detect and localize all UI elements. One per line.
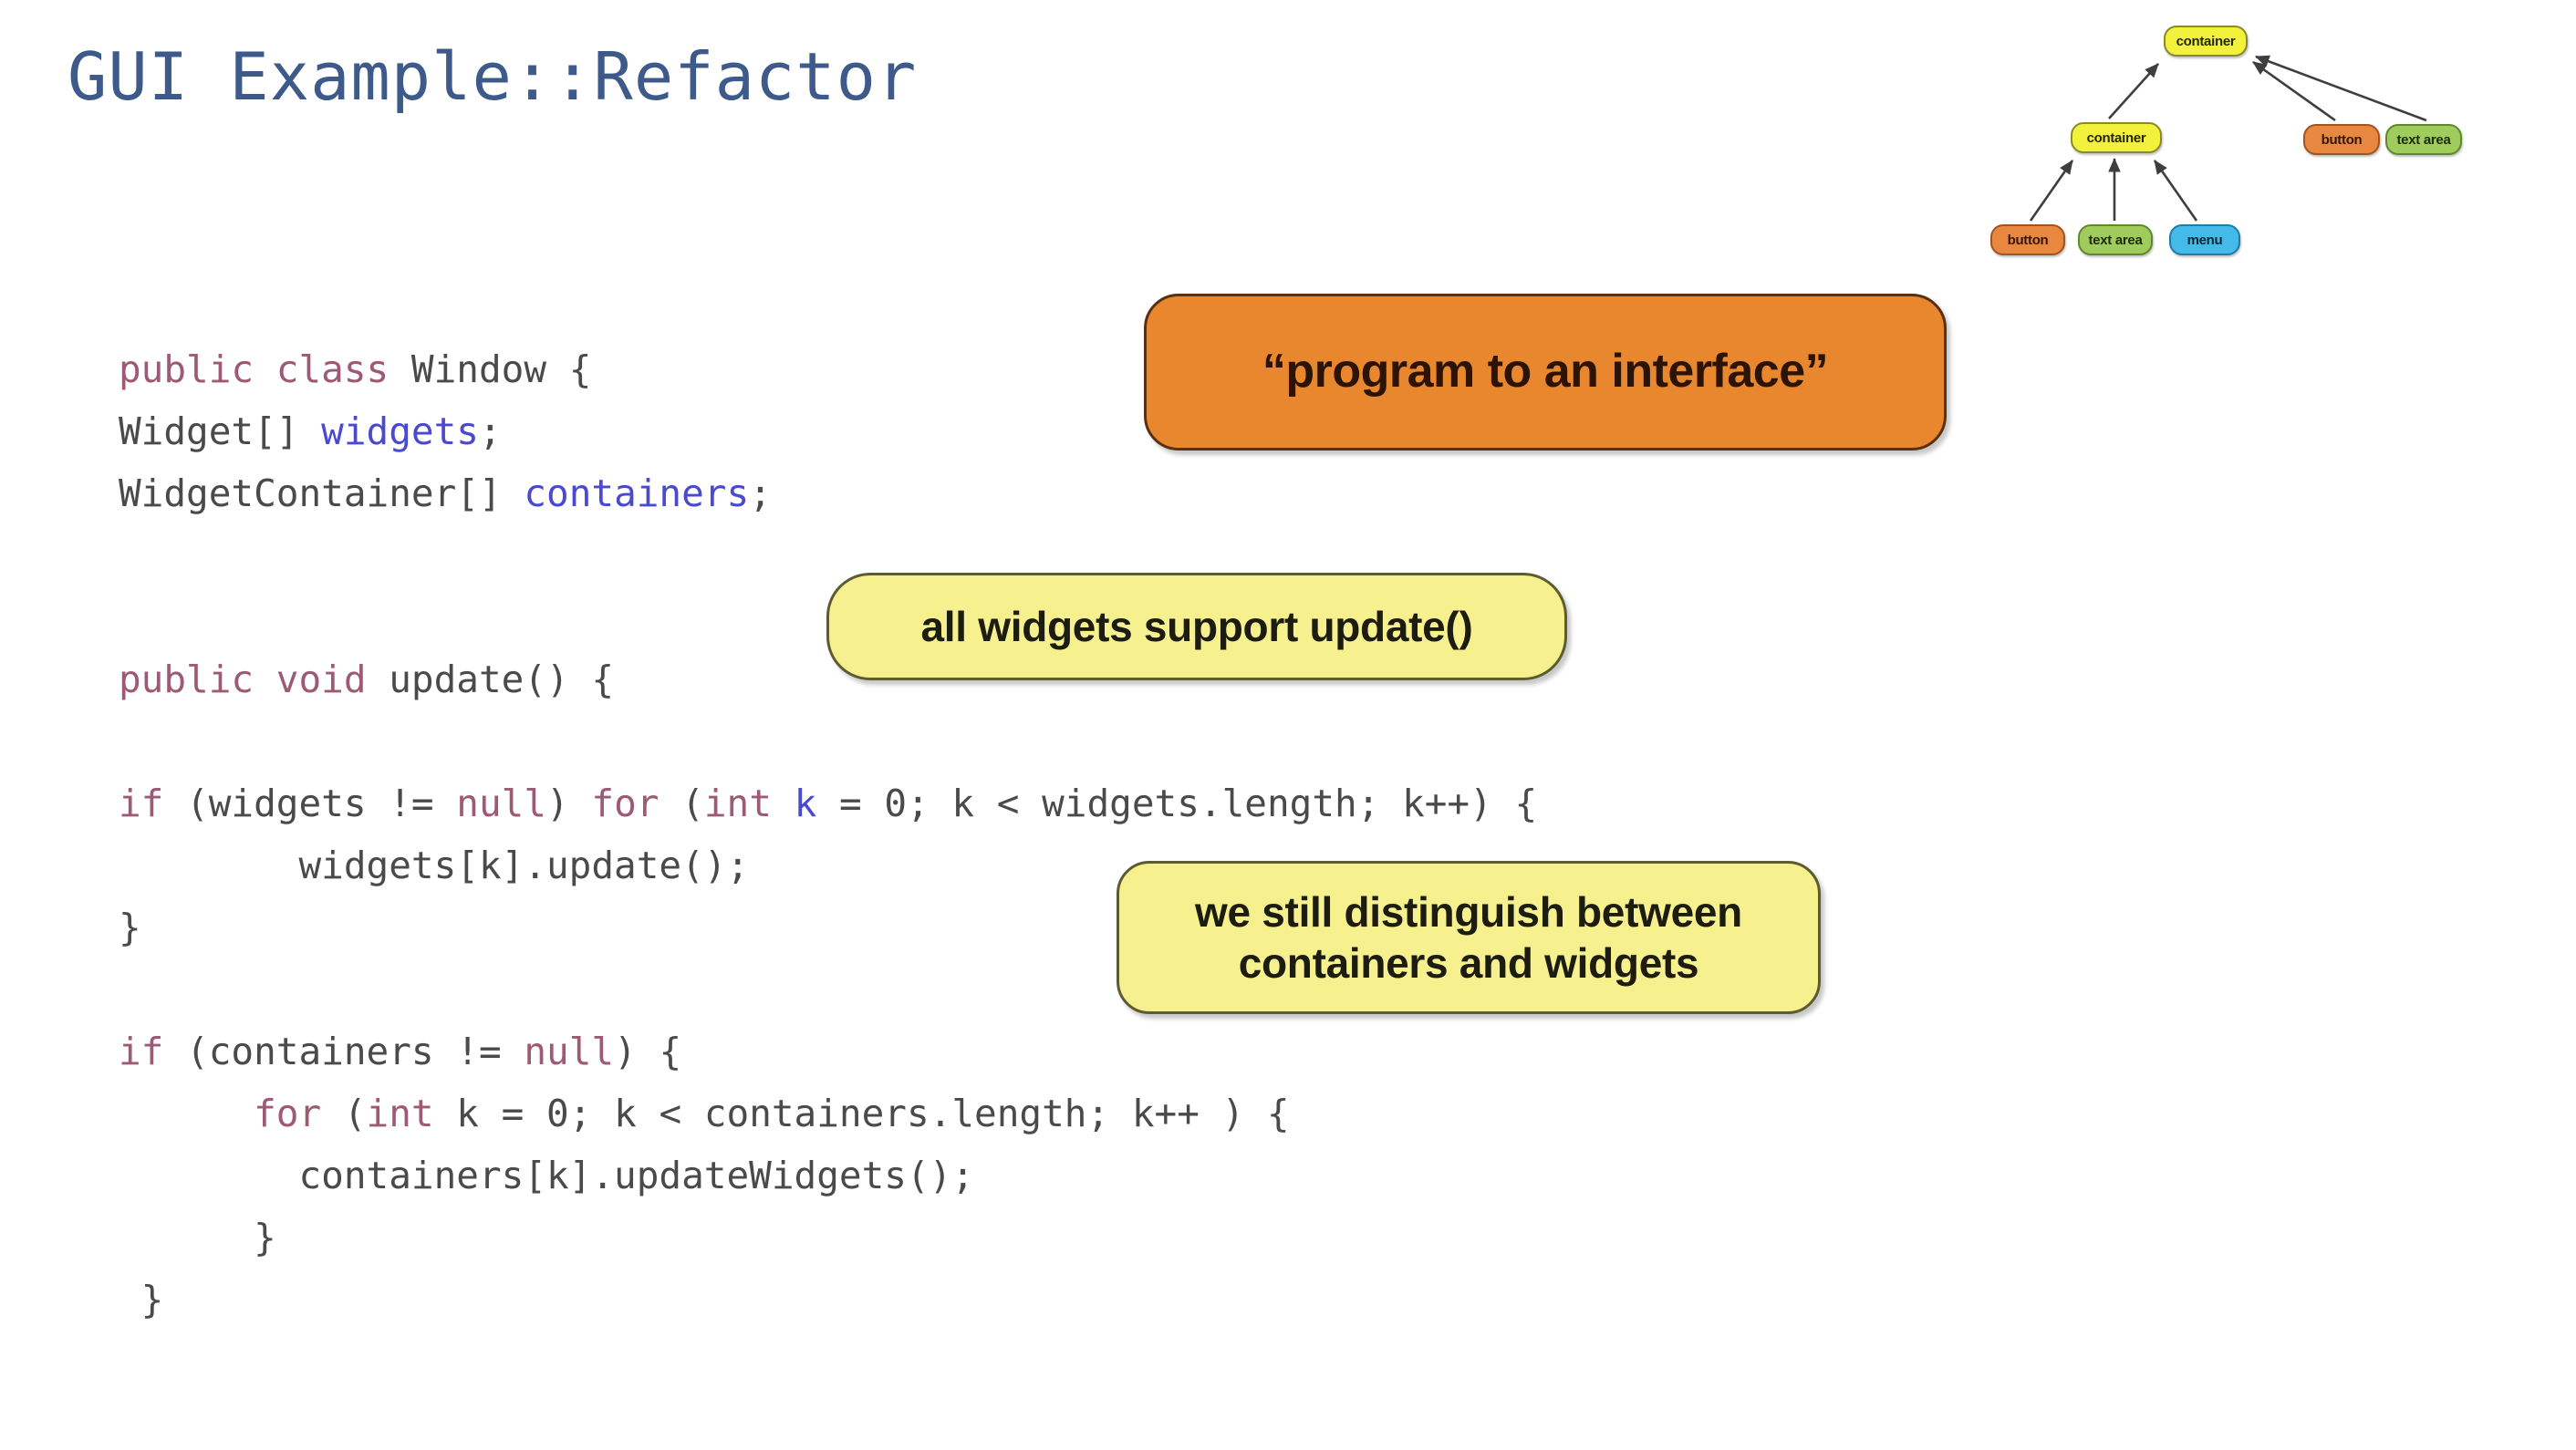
tree-node-label: text area xyxy=(2396,131,2451,148)
callout-distinguish-line-1: we still distinguish between xyxy=(1195,887,1742,936)
tree-node-label: container xyxy=(2086,129,2146,146)
code-token: widgets[k].update(); xyxy=(119,844,750,887)
code-token: ( xyxy=(343,1092,367,1135)
code-token: for xyxy=(591,782,682,825)
code-token: WidgetContainer[] xyxy=(119,471,525,515)
code-token: int xyxy=(703,782,795,825)
callout-distinguish-line-2: containers and widgets xyxy=(1238,939,1699,987)
code-token: ; xyxy=(749,471,772,515)
tree-node-container-child: container xyxy=(2071,122,2162,153)
code-token: k = 0; k < containers.length; k++ ) { xyxy=(456,1092,1290,1135)
code-token: } xyxy=(119,906,141,949)
callout-all-widgets-support-update: all widgets support update() xyxy=(826,573,1567,680)
code-line: } xyxy=(119,1269,1537,1331)
code-token: widgets xyxy=(321,409,479,453)
code-line: for (int k = 0; k < containers.length; k… xyxy=(119,1082,1537,1144)
code-token: } xyxy=(119,1278,164,1321)
tree-node-menu-left: menu xyxy=(2169,224,2240,255)
code-token: if xyxy=(119,1030,187,1073)
code-line: if (containers != null) { xyxy=(119,1020,1537,1082)
tree-node-label: text area xyxy=(2088,232,2143,248)
code-token: if xyxy=(119,782,187,825)
code-token: k xyxy=(794,782,817,825)
code-token: update() { xyxy=(389,658,615,701)
tree-edge-menu-left-to-container2 xyxy=(2153,160,2198,222)
tree-node-label: container xyxy=(2176,33,2236,49)
callout-update-text: all widgets support update() xyxy=(920,602,1473,650)
code-token: ; xyxy=(478,409,502,453)
code-token: ( xyxy=(681,782,704,825)
code-line: containers[k].updateWidgets(); xyxy=(119,1144,1537,1207)
code-token: Window { xyxy=(410,347,592,391)
code-token: null xyxy=(524,1030,615,1073)
code-token: (widgets != xyxy=(186,782,457,825)
tree-node-label: button xyxy=(2007,232,2049,248)
page-title: GUI Example::Refactor xyxy=(68,38,918,115)
code-line: if (widgets != null) for (int k = 0; k <… xyxy=(119,772,1537,834)
tree-node-label: button xyxy=(2321,131,2363,148)
tree-edge-textarea-right-to-root xyxy=(2255,55,2427,122)
tree-edge-container2-to-root xyxy=(2108,63,2159,119)
tree-node-button-right: button xyxy=(2303,124,2380,155)
code-token: = 0; k < widgets.length; k++) { xyxy=(816,782,1538,825)
tree-node-textarea-right: text area xyxy=(2385,124,2462,155)
callout-program-to-an-interface: “program to an interface” xyxy=(1144,294,1947,451)
tree-node-label: menu xyxy=(2186,232,2223,248)
tree-edge-button-left-to-container2 xyxy=(2029,160,2074,222)
code-token: public class xyxy=(119,347,411,391)
tree-node-container-root: container xyxy=(2164,26,2248,57)
code-line: WidgetContainer[] containers; xyxy=(119,462,1537,524)
code-token: containers xyxy=(524,471,750,515)
callout-interface-text: “program to an interface” xyxy=(1262,345,1829,399)
code-token: ) { xyxy=(614,1030,682,1073)
code-token: int xyxy=(366,1092,457,1135)
code-token: null xyxy=(456,782,547,825)
code-block: public class Window {Widget[] widgets; Wi… xyxy=(119,338,1537,1331)
tree-node-button-left: button xyxy=(1990,224,2065,255)
code-token: ) xyxy=(546,782,592,825)
code-token: for xyxy=(254,1092,344,1135)
code-token: (containers != xyxy=(186,1030,525,1073)
code-token: public void xyxy=(119,658,390,701)
code-token: } xyxy=(119,1216,276,1259)
widget-tree-diagram: container container button text area but… xyxy=(1970,16,2572,281)
code-line: } xyxy=(119,1207,1537,1269)
code-token: Widget[] xyxy=(119,409,322,453)
callout-containers-vs-widgets: we still distinguish between containers … xyxy=(1117,861,1821,1014)
code-token: containers[k].updateWidgets(); xyxy=(119,1154,974,1197)
tree-node-textarea-left: text area xyxy=(2078,224,2153,255)
